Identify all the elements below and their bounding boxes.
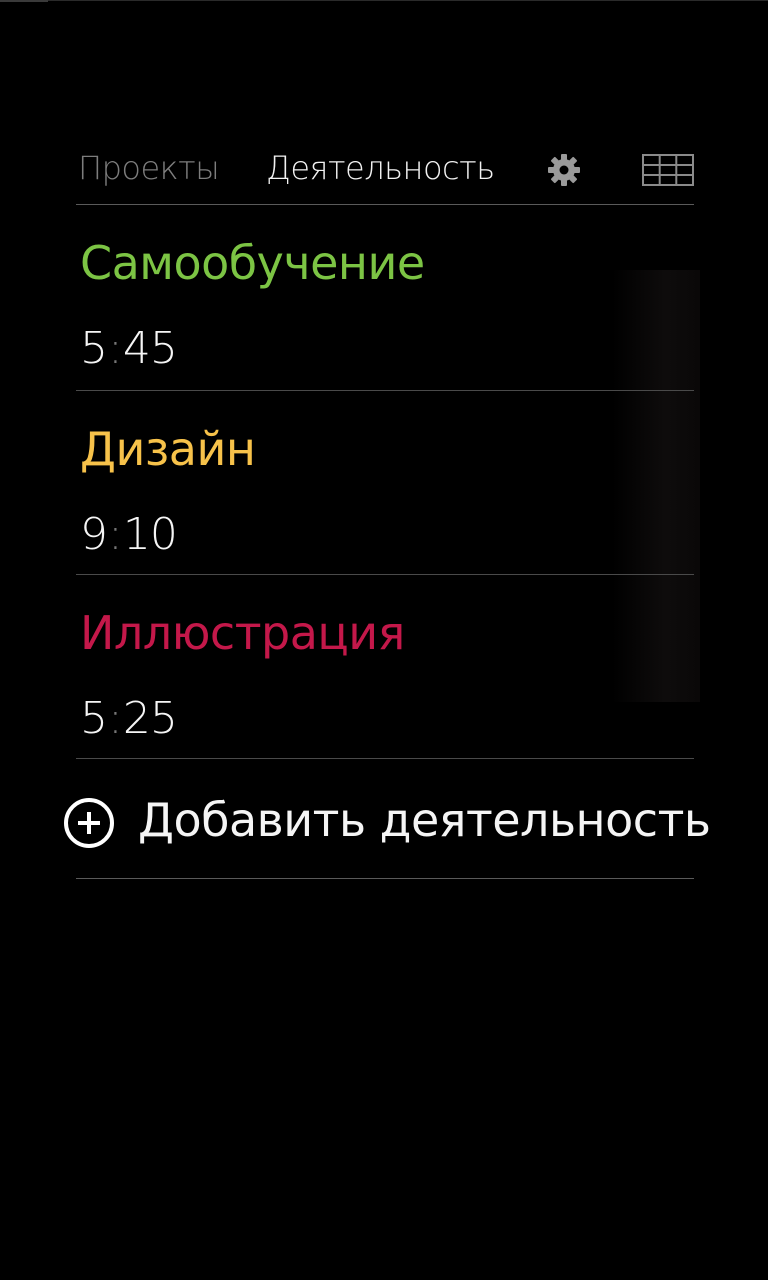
time-hours: 5: [80, 693, 108, 744]
plus-circle-icon: [64, 798, 114, 848]
time-minutes: 25: [122, 693, 178, 744]
activity-item-self-learning[interactable]: Самообучение 5:45: [76, 205, 694, 391]
activity-item-illustration[interactable]: Иллюстрация 5:25: [76, 575, 694, 759]
add-activity-label: Добавить деятельность: [138, 793, 711, 847]
time-minutes: 45: [122, 323, 178, 374]
time-separator: :: [108, 693, 123, 744]
gear-icon[interactable]: [546, 152, 582, 188]
activity-name: Иллюстрация: [80, 606, 405, 660]
tab-activity[interactable]: Деятельность: [266, 146, 495, 190]
activity-time: 5:45: [80, 321, 178, 377]
add-activity-button[interactable]: Добавить деятельность: [64, 760, 711, 879]
top-border: [0, 0, 768, 1]
activity-name: Дизайн: [80, 422, 256, 476]
time-hours: 9: [80, 509, 108, 560]
grid-view-icon[interactable]: [642, 154, 694, 186]
time-separator: :: [108, 509, 123, 560]
activity-time: 9:10: [80, 507, 178, 563]
activity-name: Самообучение: [80, 236, 425, 290]
top-indicator: [0, 0, 48, 2]
activity-time: 5:25: [80, 691, 178, 747]
activity-item-design[interactable]: Дизайн 9:10: [76, 391, 694, 575]
time-hours: 5: [80, 323, 108, 374]
header-bar: Проекты Деятельность: [76, 140, 694, 205]
tab-projects[interactable]: Проекты: [78, 146, 220, 190]
time-minutes: 10: [122, 509, 178, 560]
time-separator: :: [108, 323, 123, 374]
